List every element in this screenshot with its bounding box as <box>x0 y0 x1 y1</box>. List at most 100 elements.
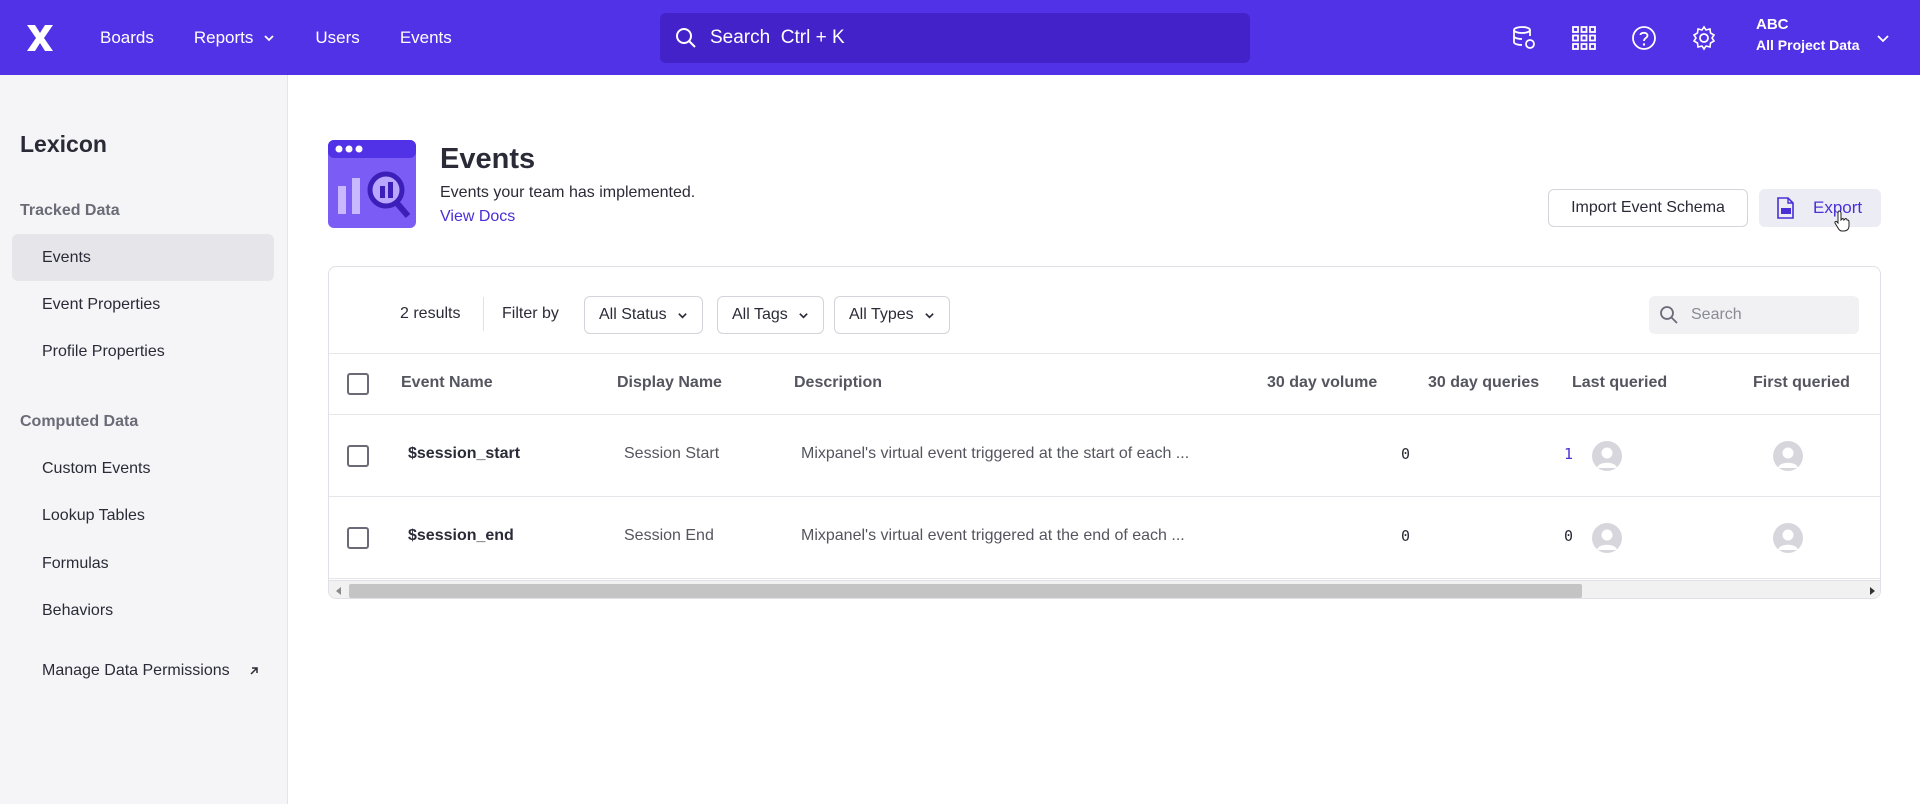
sidebar-item-label: Formulas <box>42 554 109 572</box>
global-search-input[interactable] <box>710 27 1210 49</box>
nav-users[interactable]: Users <box>315 28 359 48</box>
sidebar-item-event-properties[interactable]: Event Properties <box>12 281 274 328</box>
column-header-30-day-queries[interactable]: 30 day queries <box>1428 374 1539 392</box>
column-header-display-name[interactable]: Display Name <box>617 374 722 392</box>
event-name-cell[interactable]: $session_start <box>408 445 520 463</box>
types-filter-dropdown[interactable]: All Types <box>834 296 950 334</box>
table-header-row: Event Name Display Name Description 30 d… <box>329 353 1880 415</box>
events-illustration-icon <box>328 140 416 228</box>
sidebar-item-label: Profile Properties <box>42 342 165 360</box>
gear-icon[interactable] <box>1690 24 1718 52</box>
events-table-panel: 2 results Filter by All Status All Tags … <box>328 266 1881 599</box>
sidebar-item-lookup-tables[interactable]: Lookup Tables <box>12 492 274 539</box>
description-cell: Mixpanel's virtual event triggered at th… <box>801 445 1190 462</box>
scroll-right-arrow-icon[interactable] <box>1867 586 1877 596</box>
sidebar-item-label: Manage Data Permissions <box>42 661 230 679</box>
export-button[interactable]: Export <box>1759 189 1881 227</box>
column-header-last-queried[interactable]: Last queried <box>1572 374 1667 392</box>
apps-grid-icon[interactable] <box>1570 24 1598 52</box>
sidebar-section-tracked: Tracked Data <box>20 202 120 219</box>
project-name: All Project Data <box>1756 37 1860 53</box>
status-filter-dropdown[interactable]: All Status <box>584 296 703 334</box>
main-nav: Boards Reports Users Events <box>100 0 492 75</box>
display-name-cell: Session End <box>624 527 714 544</box>
project-selector[interactable]: ABC All Project Data <box>1756 16 1859 53</box>
display-name-cell: Session Start <box>624 445 720 462</box>
import-event-schema-button[interactable]: Import Event Schema <box>1548 189 1748 227</box>
view-docs-link[interactable]: View Docs <box>440 208 515 226</box>
sidebar-item-label: Event Properties <box>42 295 161 313</box>
sidebar-item-label: Events <box>42 248 91 266</box>
manage-data-permissions-link[interactable]: Manage Data Permissions <box>12 647 274 694</box>
page-title: Events <box>440 143 536 175</box>
last-queried-avatar <box>1592 523 1622 553</box>
chevron-down-icon <box>924 312 934 319</box>
dropdown-label: All Types <box>849 306 914 323</box>
project-org: ABC <box>1756 16 1789 33</box>
tags-filter-dropdown[interactable]: All Tags <box>717 296 824 334</box>
first-queried-avatar <box>1773 441 1803 471</box>
results-count: 2 results <box>400 305 461 322</box>
toolbar-divider <box>483 297 484 331</box>
sidebar-item-behaviors[interactable]: Behaviors <box>12 587 274 634</box>
sidebar-item-events[interactable]: Events <box>12 234 274 281</box>
sidebar-item-formulas[interactable]: Formulas <box>12 540 274 587</box>
dropdown-label: All Tags <box>732 306 788 323</box>
queries-cell: 0 <box>1564 527 1574 545</box>
description-cell: Mixpanel's virtual event triggered at th… <box>801 527 1185 544</box>
row-checkbox[interactable] <box>347 445 369 467</box>
top-icons <box>1510 0 1750 75</box>
event-name-cell[interactable]: $session_end <box>408 527 514 545</box>
filter-by-label: Filter by <box>502 305 559 322</box>
hand-cursor-icon <box>1834 210 1850 232</box>
button-label: Import Event Schema <box>1571 199 1725 216</box>
sidebar-item-label: Lookup Tables <box>42 506 145 524</box>
user-avatar-icon <box>1597 529 1617 550</box>
sidebar-item-label: Custom Events <box>42 459 151 477</box>
mixpanel-logo-icon[interactable] <box>24 22 56 54</box>
volume-cell: 0 <box>1401 527 1411 545</box>
search-icon <box>676 28 696 48</box>
lexicon-sidebar: Lexicon Tracked Data Events Event Proper… <box>0 75 288 804</box>
external-link-icon <box>250 666 258 675</box>
table-search-input[interactable] <box>1691 306 1851 324</box>
sidebar-title: Lexicon <box>20 131 107 157</box>
chevron-down-icon[interactable] <box>1876 31 1890 45</box>
nav-boards[interactable]: Boards <box>100 28 154 48</box>
select-all-checkbox[interactable] <box>347 373 369 395</box>
nav-events[interactable]: Events <box>400 28 452 48</box>
data-settings-icon[interactable] <box>1510 24 1538 52</box>
csv-file-icon <box>1777 197 1794 219</box>
page-subtitle: Events your team has implemented. <box>440 184 696 201</box>
chevron-down-icon <box>264 34 275 41</box>
dropdown-label: All Status <box>599 306 667 323</box>
sidebar-item-label: Behaviors <box>42 601 114 619</box>
table-row[interactable]: $session_end Session End Mixpanel's virt… <box>329 497 1880 579</box>
nav-reports[interactable]: Reports <box>194 28 276 48</box>
sidebar-item-profile-properties[interactable]: Profile Properties <box>12 328 274 375</box>
global-search[interactable] <box>660 13 1250 63</box>
top-navigation-bar: Boards Reports Users Events ABC All Proj… <box>0 0 1920 75</box>
volume-cell: 0 <box>1401 445 1411 463</box>
last-queried-avatar <box>1592 441 1622 471</box>
column-header-event-name[interactable]: Event Name <box>401 374 493 392</box>
help-icon[interactable] <box>1630 24 1658 52</box>
search-icon <box>1660 306 1678 324</box>
user-avatar-icon <box>1778 529 1798 550</box>
horizontal-scrollbar[interactable] <box>329 580 1880 598</box>
column-header-30-day-volume[interactable]: 30 day volume <box>1267 374 1377 392</box>
scroll-left-arrow-icon[interactable] <box>334 586 344 596</box>
chevron-down-icon <box>798 312 808 319</box>
chevron-down-icon <box>677 312 687 319</box>
scrollbar-thumb[interactable] <box>349 584 1582 598</box>
sidebar-item-custom-events[interactable]: Custom Events <box>12 445 274 492</box>
table-search[interactable] <box>1649 296 1859 334</box>
sidebar-section-computed: Computed Data <box>20 413 139 430</box>
column-header-description[interactable]: Description <box>794 374 882 392</box>
user-avatar-icon <box>1778 447 1798 468</box>
queries-cell[interactable]: 1 <box>1564 445 1573 463</box>
row-checkbox[interactable] <box>347 527 369 549</box>
user-avatar-icon <box>1597 447 1617 468</box>
column-header-first-queried[interactable]: First queried <box>1753 374 1850 392</box>
table-row[interactable]: $session_start Session Start Mixpanel's … <box>329 415 1880 497</box>
